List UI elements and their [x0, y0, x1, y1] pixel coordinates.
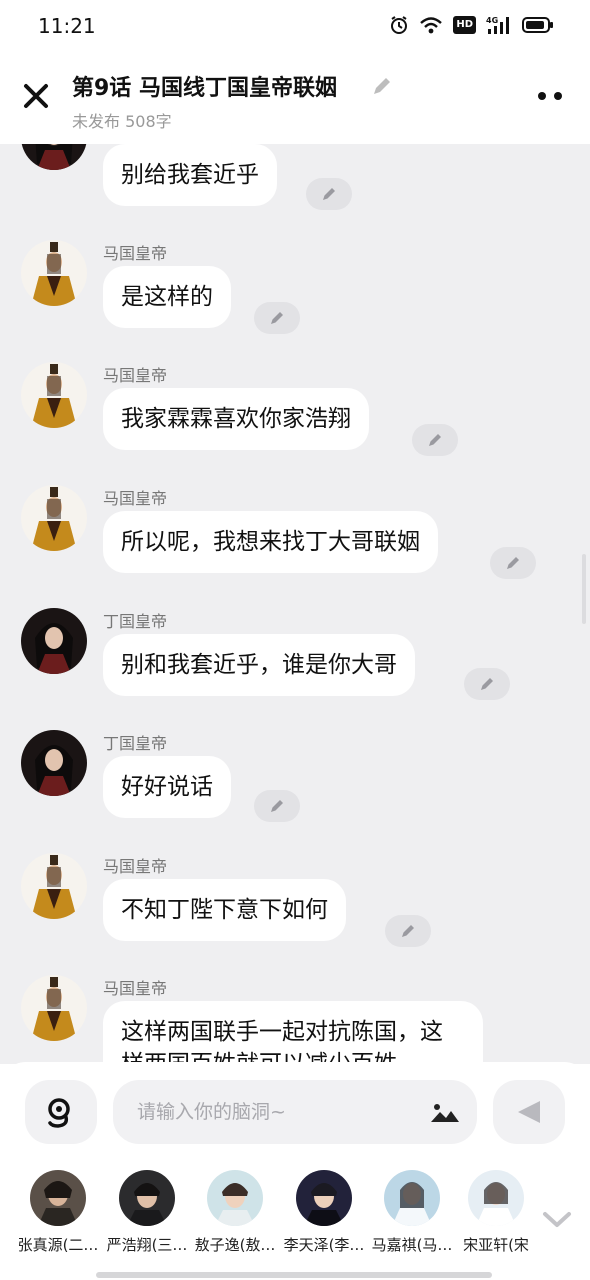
- character-name: 李天泽(李…: [283, 1236, 365, 1254]
- character-item[interactable]: 敖子逸(敖…: [191, 1170, 279, 1255]
- character-avatar: [468, 1170, 524, 1226]
- more-dot-icon: [554, 92, 562, 100]
- idea-mode-button[interactable]: [25, 1080, 97, 1144]
- home-indicator[interactable]: [96, 1272, 492, 1278]
- idea-input[interactable]: [137, 1094, 417, 1130]
- character-name: 张真源(二…: [17, 1236, 99, 1254]
- character-name: 严浩翔(三…: [106, 1236, 188, 1254]
- avatar-dark-emperor[interactable]: [21, 608, 87, 674]
- edit-title-button[interactable]: [370, 74, 394, 98]
- pencil-icon: [481, 678, 493, 690]
- edit-message-button[interactable]: [306, 178, 352, 210]
- sender-name: 马国皇帝: [103, 489, 168, 508]
- avatar-gold-emperor[interactable]: [21, 853, 87, 919]
- pencil-icon: [507, 557, 519, 569]
- close-button[interactable]: [20, 80, 52, 112]
- pencil-icon: [402, 925, 414, 937]
- message-bubble[interactable]: 别和我套近乎，谁是你大哥: [103, 634, 415, 696]
- hd-icon: HD: [453, 16, 476, 34]
- input-panel: 张真源(二… 严浩翔(三… 敖子逸(敖… 李天泽(李… 马嘉祺(马…: [0, 1062, 590, 1280]
- idea-input-container: [113, 1080, 477, 1144]
- avatar-gold-emperor[interactable]: [21, 362, 87, 428]
- alarm-icon: [389, 15, 409, 35]
- sender-name: 马国皇帝: [103, 244, 168, 263]
- character-item[interactable]: 严浩翔(三…: [103, 1170, 191, 1255]
- message-bubble[interactable]: 这样两国联手一起对抗陈国，这样两国百姓就可以减少百姓: [103, 1001, 483, 1064]
- pencil-icon: [271, 800, 283, 812]
- send-button[interactable]: [493, 1080, 565, 1144]
- character-selector: 张真源(二… 严浩翔(三… 敖子逸(敖… 李天泽(李… 马嘉祺(马… 宋亚轩(宋: [0, 1170, 590, 1254]
- pencil-icon: [374, 78, 390, 94]
- character-item[interactable]: 宋亚轩(宋: [456, 1170, 536, 1255]
- chat-area[interactable]: 别给我套近乎 马国皇帝 是这样的 马国皇帝 我家霖霖喜欢你家浩翔 马国皇帝 所以…: [0, 144, 590, 1064]
- message-bubble[interactable]: 所以呢，我想来找丁大哥联姻: [103, 511, 438, 573]
- sender-name: 丁国皇帝: [103, 734, 168, 753]
- avatar-dark-emperor[interactable]: [21, 144, 87, 170]
- sender-name: 丁国皇帝: [103, 612, 168, 631]
- send-icon: [518, 1101, 540, 1123]
- status-bar: 11:21 HD 4G: [0, 0, 590, 52]
- message-bubble[interactable]: 我家霖霖喜欢你家浩翔: [103, 388, 369, 450]
- more-dot-icon: [538, 92, 546, 100]
- edit-message-button[interactable]: [385, 915, 431, 947]
- status-icons: HD 4G: [389, 15, 554, 35]
- image-icon: [430, 1100, 460, 1124]
- pencil-icon: [429, 434, 441, 446]
- edit-message-button[interactable]: [412, 424, 458, 456]
- more-options-button[interactable]: [538, 88, 568, 104]
- wifi-icon: [419, 15, 443, 35]
- character-name: 马嘉祺(马…: [371, 1236, 453, 1254]
- episode-title: 第9话 马国线丁国皇帝联姻: [72, 76, 337, 101]
- character-avatar: [207, 1170, 263, 1226]
- message-bubble[interactable]: 好好说话: [103, 756, 231, 818]
- character-item[interactable]: 李天泽(李…: [280, 1170, 368, 1255]
- sender-name: 马国皇帝: [103, 979, 168, 998]
- avatar-gold-emperor[interactable]: [21, 240, 87, 306]
- svg-text:4G: 4G: [486, 16, 498, 25]
- chevron-down-icon: [543, 1212, 571, 1227]
- character-item[interactable]: 张真源(二…: [14, 1170, 102, 1255]
- sender-name: 马国皇帝: [103, 857, 168, 876]
- close-icon: [24, 84, 48, 108]
- chat-scrollbar[interactable]: [582, 554, 586, 624]
- edit-message-button[interactable]: [254, 790, 300, 822]
- avatar-gold-emperor[interactable]: [21, 975, 87, 1041]
- pencil-icon: [271, 312, 283, 324]
- header: 第9话 马国线丁国皇帝联姻 未发布 508字: [0, 52, 590, 144]
- brain-idea-icon: [48, 1098, 70, 1128]
- battery-icon: [522, 15, 554, 35]
- insert-image-button[interactable]: [429, 1098, 461, 1126]
- status-time: 11:21: [38, 14, 96, 38]
- character-avatar: [384, 1170, 440, 1226]
- character-avatar: [119, 1170, 175, 1226]
- character-avatar: [296, 1170, 352, 1226]
- message-bubble[interactable]: 是这样的: [103, 266, 231, 328]
- avatar-dark-emperor[interactable]: [21, 730, 87, 796]
- character-avatar: [30, 1170, 86, 1226]
- episode-subtitle: 未发布 508字: [72, 112, 172, 131]
- edit-message-button[interactable]: [464, 668, 510, 700]
- message-bubble[interactable]: 不知丁陛下意下如何: [103, 879, 346, 941]
- edit-message-button[interactable]: [490, 547, 536, 579]
- message-bubble[interactable]: 别给我套近乎: [103, 144, 277, 206]
- edit-message-button[interactable]: [254, 302, 300, 334]
- 4g-signal-icon: 4G: [486, 15, 512, 35]
- pencil-icon: [323, 188, 335, 200]
- character-name: 敖子逸(敖…: [194, 1236, 276, 1254]
- sender-name: 马国皇帝: [103, 366, 168, 385]
- character-name: 宋亚轩(宋: [463, 1236, 529, 1254]
- character-item[interactable]: 马嘉祺(马…: [368, 1170, 456, 1255]
- collapse-panel-button[interactable]: [540, 1208, 574, 1232]
- avatar-gold-emperor[interactable]: [21, 485, 87, 551]
